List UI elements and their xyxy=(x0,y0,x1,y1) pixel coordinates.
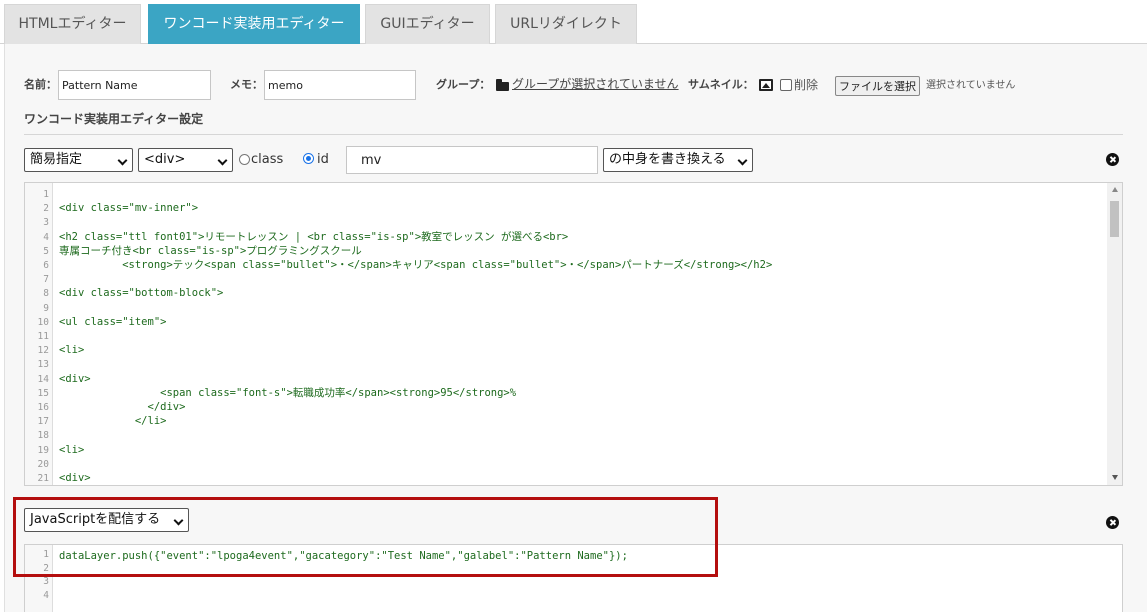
delete-checkbox[interactable] xyxy=(780,79,792,91)
line-number: 17 xyxy=(37,416,49,428)
tab-bar: HTMLエディター ワンコード実装用エディター GUIエディター URLリダイレ… xyxy=(0,0,1147,44)
tab-onecode-editor[interactable]: ワンコード実装用エディター xyxy=(148,4,360,44)
line-number: 14 xyxy=(37,373,49,385)
line-number: 5 xyxy=(43,245,49,257)
divider xyxy=(24,134,1123,135)
scroll-thumb[interactable] xyxy=(1110,201,1119,237)
name-label: 名前： xyxy=(24,78,57,91)
mode-select[interactable]: 簡易指定 xyxy=(24,148,133,172)
memo-input[interactable] xyxy=(264,70,416,100)
js-line-number: 3 xyxy=(43,576,49,587)
line-number: 18 xyxy=(37,430,49,442)
line-number: 2 xyxy=(43,203,49,215)
folder-icon xyxy=(496,79,509,91)
line-number: 9 xyxy=(43,302,49,314)
line-number: 21 xyxy=(37,473,49,484)
close-icon[interactable] xyxy=(1106,153,1119,166)
thumbnail-label: サムネイル： xyxy=(688,78,754,91)
line-number: 12 xyxy=(37,345,49,357)
line-number: 10 xyxy=(37,316,49,328)
code-line: 専属コーチ付き<br class="is-sp">プログラミングスクール xyxy=(59,244,362,257)
code-line: <li> xyxy=(59,443,85,456)
action-select[interactable]: の中身を書き換える xyxy=(603,148,753,172)
image-icon xyxy=(759,79,773,91)
tag-select[interactable]: <div> xyxy=(138,148,233,172)
code-line: </div> xyxy=(59,401,186,413)
code-line: <span class="font-s">転職成功率</span><strong… xyxy=(59,386,517,399)
code-line: <div class="bottom-block"> xyxy=(59,287,224,300)
code-line: <ul class="item"> xyxy=(59,315,167,328)
scroll-down-icon[interactable] xyxy=(1112,475,1118,480)
html-code-editor[interactable]: 1 2 3 4 5 6 7 8 9 10 11 12 13 14 15 16 17 18 19 20 21 <div c… xyxy=(24,182,1123,486)
line-number: 1 xyxy=(43,189,49,200)
code-line: <div> xyxy=(59,472,91,484)
group-label: グループ： xyxy=(436,78,491,91)
highlight-box xyxy=(13,497,718,577)
class-radio-label: class xyxy=(251,152,284,167)
line-number: 7 xyxy=(43,274,49,286)
tab-url-redirect[interactable]: URLリダイレクト xyxy=(495,4,637,44)
tab-gui-editor[interactable]: GUIエディター xyxy=(365,4,490,44)
section-title: ワンコード実装用エディター設定 xyxy=(24,112,204,126)
id-radio-label: id xyxy=(317,152,329,167)
scroll-up-icon[interactable] xyxy=(1112,187,1118,192)
line-number: 3 xyxy=(43,217,49,229)
line-number: 15 xyxy=(37,387,49,399)
line-number: 4 xyxy=(43,231,49,243)
delete-label: 削除 xyxy=(794,78,819,92)
line-number: 16 xyxy=(37,402,49,413)
line-number: 6 xyxy=(43,260,49,271)
group-link[interactable]: グループが選択されていません xyxy=(512,76,679,92)
vertical-scrollbar[interactable] xyxy=(1107,183,1122,485)
line-number: 8 xyxy=(43,288,49,300)
code-line: <strong>テック<span class="bullet">・</span>… xyxy=(59,259,773,271)
file-select-button[interactable]: ファイルを選択 xyxy=(835,76,920,96)
tab-html-editor[interactable]: HTMLエディター xyxy=(4,4,141,44)
memo-label: メモ： xyxy=(230,78,263,91)
code-line: <h2 class="ttl font01">リモートレッスン | <br cl… xyxy=(59,230,569,243)
name-input[interactable] xyxy=(58,70,211,100)
class-radio[interactable] xyxy=(239,154,250,165)
id-value-input[interactable] xyxy=(346,146,598,174)
code-line: <div class="mv-inner"> xyxy=(59,202,199,215)
line-number: 11 xyxy=(37,331,49,342)
code-line: </li> xyxy=(59,415,167,428)
line-number: 19 xyxy=(37,444,49,456)
file-status: 選択されていません xyxy=(926,80,1016,91)
line-number: 13 xyxy=(37,359,49,371)
code-line: <div> xyxy=(59,372,91,385)
js-close-icon[interactable] xyxy=(1106,516,1119,529)
id-radio[interactable] xyxy=(303,153,314,164)
code-line: <li> xyxy=(59,344,85,357)
line-number: 20 xyxy=(37,458,49,470)
line-gutter: 1 2 3 4 5 6 7 8 9 10 11 12 13 14 15 16 17 18 19 20 21 xyxy=(25,183,53,485)
js-line-number: 4 xyxy=(43,589,49,601)
